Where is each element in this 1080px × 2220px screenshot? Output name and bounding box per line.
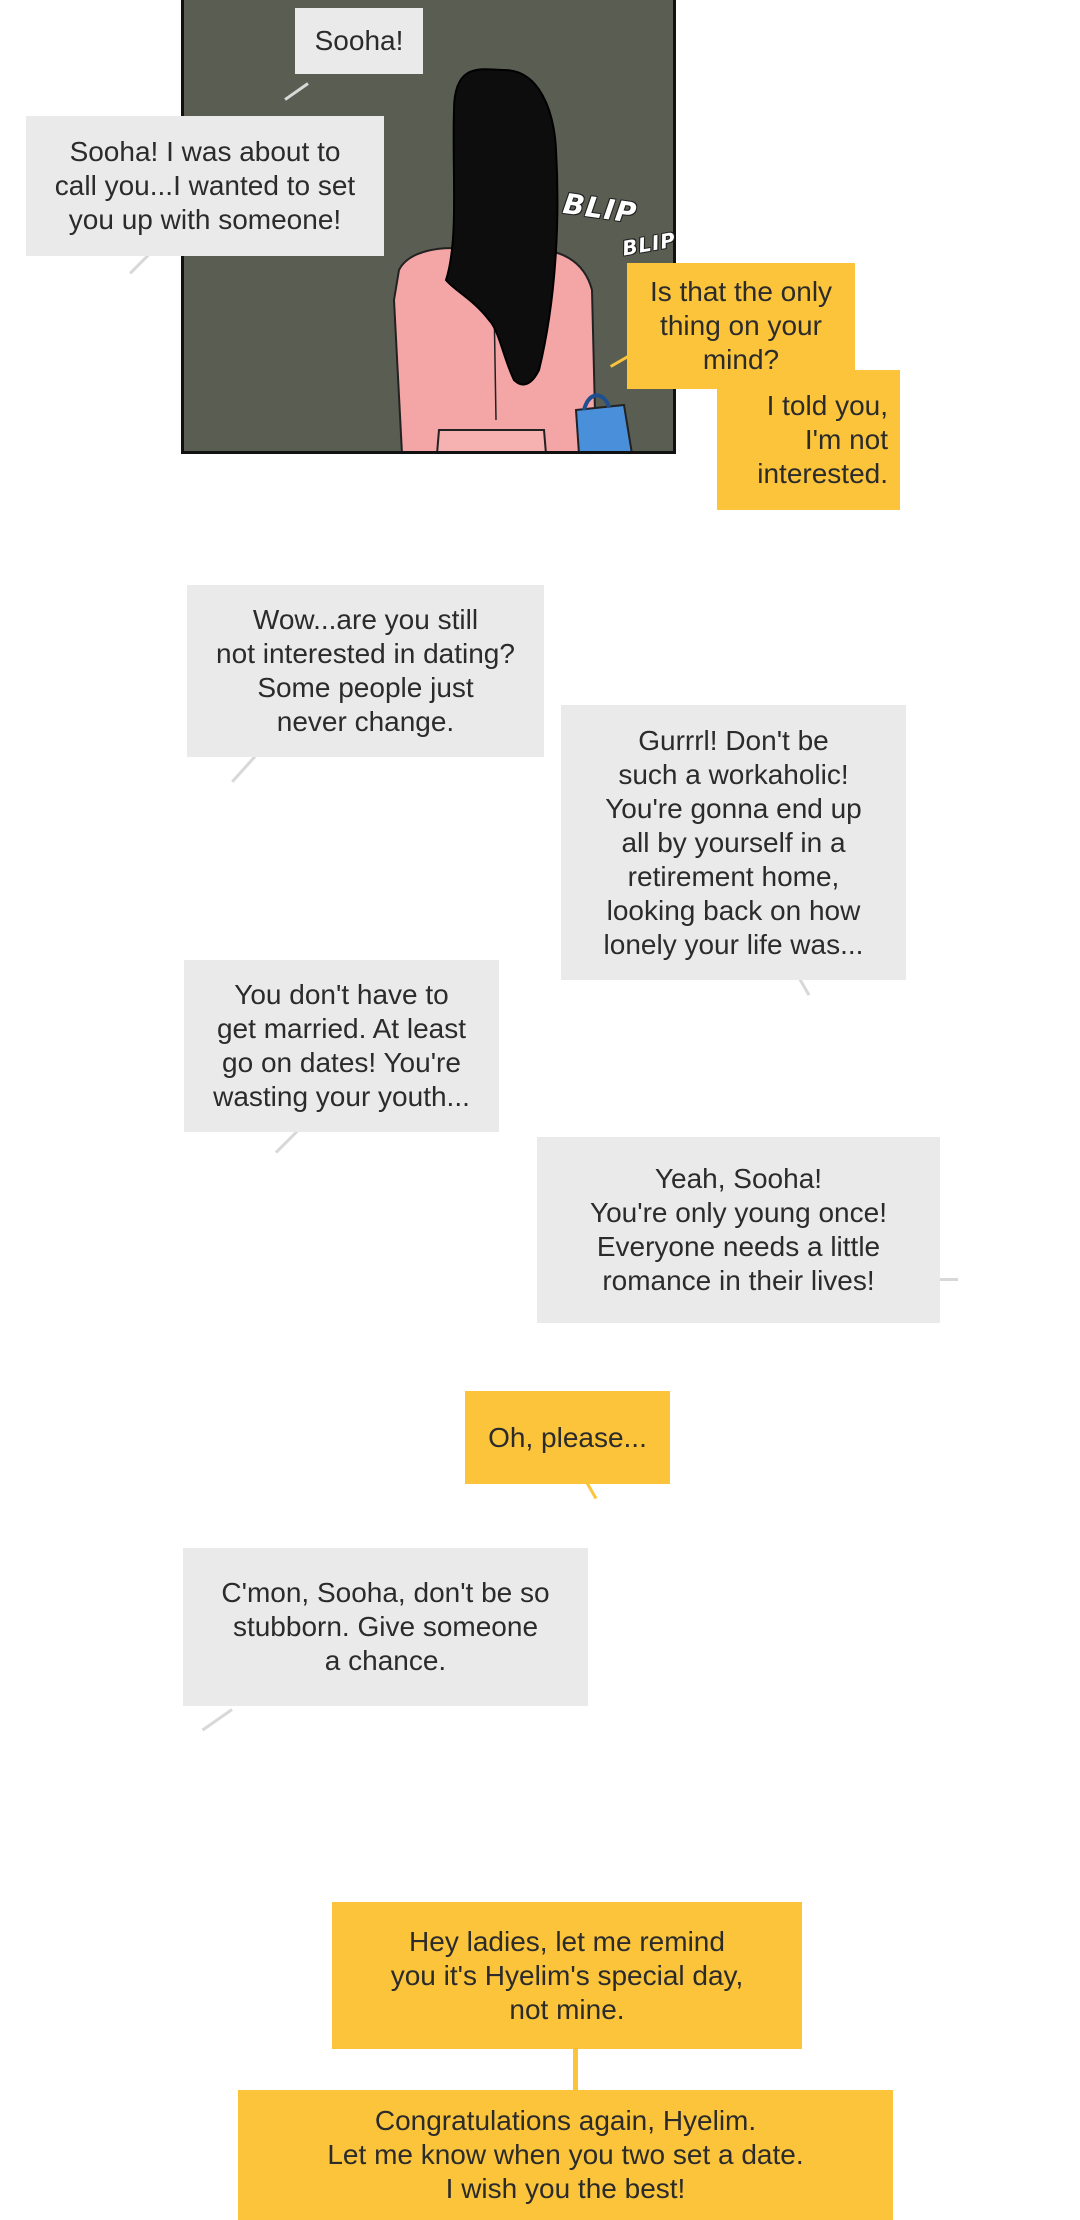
- speech-bubble: Congratulations again, Hyelim. Let me kn…: [238, 2090, 893, 2220]
- bubble-tail: [231, 755, 257, 783]
- speech-bubble: Gurrrl! Don't be such a workaholic! You'…: [561, 705, 906, 980]
- bubble-tail: [201, 1708, 233, 1732]
- speech-bubble: Wow...are you still not interested in da…: [187, 585, 544, 757]
- bubble-tail: [798, 978, 811, 996]
- bubble-tail: [573, 2048, 578, 2093]
- speech-bubble: You don't have to get married. At least …: [184, 960, 499, 1132]
- speech-bubble: Yeah, Sooha! You're only young once! Eve…: [537, 1137, 940, 1323]
- speech-bubble: I told you, I'm not interested.: [717, 370, 900, 510]
- bubble-tail: [938, 1278, 958, 1281]
- speech-bubble: Sooha!: [295, 8, 423, 74]
- speech-bubble: Oh, please...: [465, 1391, 670, 1484]
- speech-bubble: Hey ladies, let me remind you it's Hyeli…: [332, 1902, 802, 2049]
- speech-bubble: Sooha! I was about to call you...I wante…: [26, 116, 384, 256]
- speech-bubble: C'mon, Sooha, don't be so stubborn. Give…: [183, 1548, 588, 1706]
